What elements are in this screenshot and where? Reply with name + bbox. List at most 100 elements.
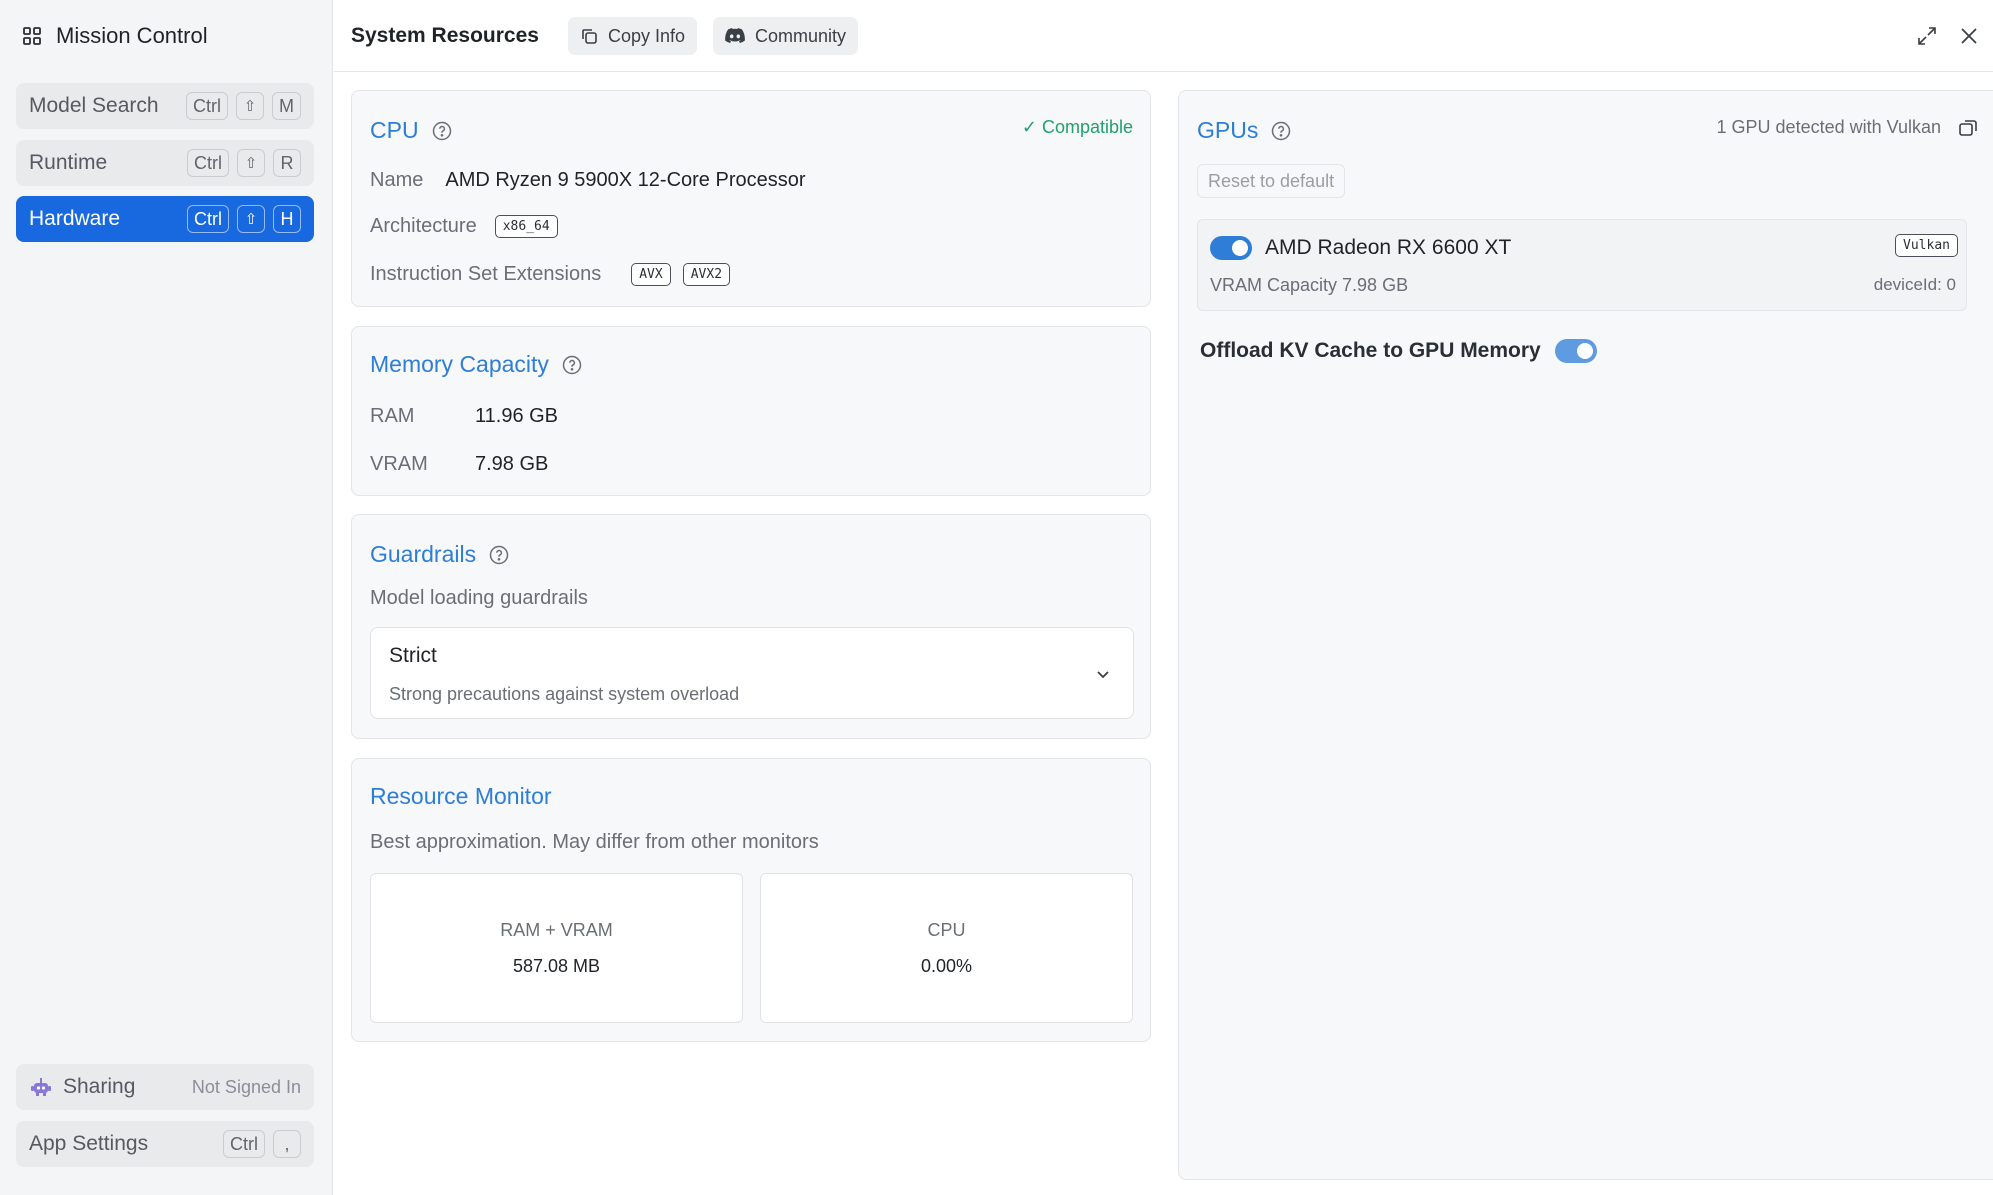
guardrails-selected: Strict [389,644,437,667]
shortcut-keys: Ctrl ⇧ M [186,92,301,120]
metric-label: RAM + VRAM [500,920,613,940]
sidebar-item-runtime[interactable]: Runtime Ctrl ⇧ R [16,140,314,186]
gpu-device-card: AMD Radeon RX 6600 XT Vulkan VRAM Capaci… [1197,219,1967,311]
gpu-vram-capacity: VRAM Capacity 7.98 GB [1210,275,1409,295]
guardrails-subtitle: Model loading guardrails [370,587,588,609]
vram-value: 7.98 GB [475,453,549,475]
compatible-status: ✓ Compatible [1021,117,1133,137]
metric-value: 587.08 MB [512,956,601,976]
cpu-card: CPU ✓ Compatible Name AMD Ryzen 9 5900X … [351,90,1151,307]
ram-label: RAM [370,405,415,427]
expand-icon[interactable] [1915,24,1939,48]
sidebar-item-model-search[interactable]: Model Search Ctrl ⇧ M [16,83,314,129]
sidebar-title: Mission Control [56,23,208,48]
gpu-detected-info: 1 GPU detected with Vulkan [1716,117,1941,137]
guardrails-selected-description: Strong precautions against system overlo… [389,684,740,704]
metric-value: 0.00% [920,956,973,976]
community-button[interactable]: Community [713,17,859,55]
resource-monitor-title: Resource Monitor [370,783,552,810]
shortcut-key: , [273,1130,301,1158]
sidebar-item-sharing[interactable]: Sharing Not Signed In [16,1064,314,1110]
reset-to-default-button[interactable]: Reset to default [1197,164,1346,198]
memory-heading: Memory Capacity [370,351,549,377]
cpu-name-row: Name AMD Ryzen 9 5900X 12-Core Processor [370,169,806,192]
sidebar-item-label: Sharing [63,1075,136,1098]
ram-vram-metric: RAM + VRAM 587.08 MB [370,873,743,1023]
sidebar: Mission Control Model Search Ctrl ⇧ M Ru… [0,0,333,1195]
chevron-down-icon [1093,664,1113,684]
gpu-backend-tag: Vulkan [1895,234,1958,257]
copy-icon [580,27,598,45]
offload-kv-cache-toggle[interactable] [1554,339,1597,363]
cpu-title: CPU [370,117,453,144]
cpu-extensions-row: Instruction Set Extensions AVX AVX2 [370,263,731,286]
help-icon[interactable] [431,120,453,142]
gpu-enable-toggle[interactable] [1210,236,1252,260]
shortcut-key: Ctrl [187,205,229,233]
guardrails-title: Guardrails [370,541,510,568]
vram-label: VRAM [370,453,428,475]
guardrails-select[interactable]: Strict Strong precautions against system… [370,627,1134,719]
memory-card: Memory Capacity RAM 11.96 GB VRAM 7.98 G… [351,326,1151,496]
sidebar-item-label: Runtime [29,151,108,174]
architecture-label: Architecture [370,215,477,237]
sidebar-item-label: App Settings [29,1132,149,1155]
extensions-label: Instruction Set Extensions [370,263,602,285]
grid-icon [22,26,42,46]
cpu-name-value: AMD Ryzen 9 5900X 12-Core Processor [445,169,806,191]
shortcut-key: ⇧ [237,205,265,233]
help-icon[interactable] [561,354,583,376]
resource-monitor-subtitle: Best approximation. May differ from othe… [370,831,819,853]
help-icon[interactable] [1270,120,1292,142]
gpus-card: GPUs 1 GPU detected with Vulkan Reset to… [1178,90,1993,1180]
guardrails-subtitle-row: Model loading guardrails [370,587,588,610]
architecture-tag: x86_64 [494,215,558,238]
shortcut-key: Ctrl [187,149,229,177]
guardrails-card: Guardrails Model loading guardrails Stri… [351,514,1151,739]
extension-tag: AVX [631,263,671,286]
memory-title: Memory Capacity [370,351,583,378]
sidebar-header: Mission Control [22,20,208,52]
cpu-name-label: Name [370,169,424,191]
shortcut-key: H [273,205,301,233]
robot-icon [29,1075,53,1099]
cpu-architecture-row: Architecture x86_64 [370,215,558,238]
resource-monitor-card: Resource Monitor Best approximation. May… [351,758,1151,1042]
sidebar-item-app-settings[interactable]: App Settings Ctrl , [16,1121,314,1167]
open-window-icon[interactable] [1957,117,1979,139]
vram-row: VRAM 7.98 GB [370,453,548,476]
metric-label: CPU [927,920,966,940]
shortcut-keys: Ctrl ⇧ R [187,149,301,177]
ram-row: RAM 11.96 GB [370,405,558,428]
copy-info-button[interactable]: Copy Info [568,17,698,55]
shortcut-keys: Ctrl , [223,1130,301,1158]
header-bar: System Resources Copy Info Community [334,0,1993,72]
ram-value: 11.96 GB [475,405,559,427]
cpu-heading: CPU [370,117,419,143]
shortcut-key: Ctrl [186,92,228,120]
gpus-title: GPUs [1197,117,1292,144]
guardrails-heading: Guardrails [370,541,477,567]
sidebar-item-hardware[interactable]: Hardware Ctrl ⇧ H [16,196,314,242]
cpu-metric: CPU 0.00% [760,873,1133,1023]
shortcut-key: Ctrl [223,1130,265,1158]
shortcut-keys: Ctrl ⇧ H [187,205,301,233]
offload-kv-cache-label: Offload KV Cache to GPU Memory [1200,339,1541,362]
sidebar-item-label: Hardware [29,207,121,230]
shortcut-key: R [273,149,301,177]
sidebar-item-label: Model Search [29,94,159,117]
close-icon[interactable] [1957,24,1981,48]
shortcut-key: ⇧ [236,92,264,120]
shortcut-key: ⇧ [237,149,265,177]
sharing-status: Not Signed In [191,1076,301,1097]
extension-tag: AVX2 [682,263,731,286]
gpus-heading: GPUs [1197,117,1259,143]
page-title: System Resources [351,24,539,47]
copy-info-label: Copy Info [608,25,686,46]
gpu-name: AMD Radeon RX 6600 XT [1265,236,1512,259]
shortcut-key: M [272,92,301,120]
gpu-device-id: deviceId: 0 [1873,275,1956,294]
community-label: Community [755,25,847,46]
resource-monitor-subtitle-row: Best approximation. May differ from othe… [370,831,819,854]
help-icon[interactable] [488,544,510,566]
